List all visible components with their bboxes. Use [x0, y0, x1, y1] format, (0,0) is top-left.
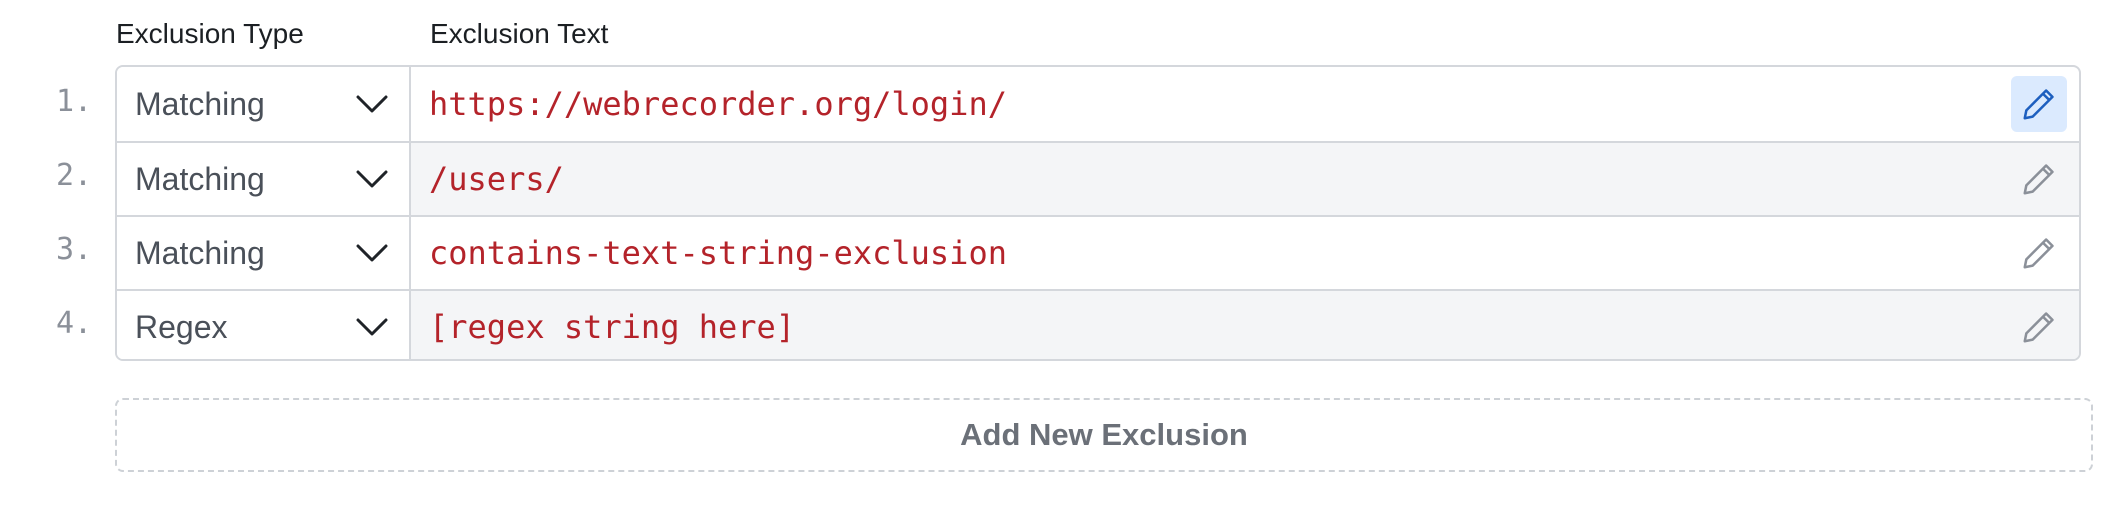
exclusion-table: Matching https://webrecorder.org/login/ …: [115, 65, 2081, 361]
exclusion-type-select[interactable]: Matching: [117, 143, 411, 215]
edit-button[interactable]: [2011, 76, 2067, 132]
table-row: Matching /users/: [117, 141, 2079, 215]
exclusion-type-select[interactable]: Regex: [117, 291, 411, 359]
exclusion-type-value: Regex: [135, 308, 228, 345]
exclusion-text-value: contains-text-string-exclusion: [429, 234, 1007, 272]
pencil-icon: [2023, 164, 2054, 195]
pencil-icon: [2023, 312, 2054, 343]
column-headers: Exclusion Type Exclusion Text: [0, 18, 2128, 58]
exclusion-text-header: Exclusion Text: [430, 18, 609, 49]
row-number: 3.: [56, 232, 93, 267]
table-row: Matching https://webrecorder.org/login/: [117, 67, 2079, 141]
exclusion-type-select[interactable]: Matching: [117, 67, 411, 141]
pencil-icon: [2023, 238, 2054, 269]
table-row: Regex [regex string here]: [117, 289, 2079, 359]
add-new-exclusion-label: Add New Exclusion: [960, 417, 1248, 452]
exclusion-text-cell[interactable]: contains-text-string-exclusion: [411, 217, 2079, 289]
edit-button[interactable]: [2011, 151, 2067, 207]
chevron-down-icon: [356, 318, 388, 336]
exclusion-type-value: Matching: [135, 85, 265, 122]
exclusion-text-value: https://webrecorder.org/login/: [429, 85, 1007, 123]
edit-button[interactable]: [2011, 299, 2067, 355]
exclusion-text-cell[interactable]: [regex string here]: [411, 291, 2079, 359]
row-number: 1.: [56, 84, 93, 119]
exclusion-type-header: Exclusion Type: [116, 18, 304, 49]
row-number: 4.: [56, 306, 93, 341]
add-new-exclusion-button[interactable]: Add New Exclusion: [115, 398, 2093, 472]
chevron-down-icon: [356, 95, 388, 113]
chevron-down-icon: [356, 170, 388, 188]
exclusion-type-value: Matching: [135, 234, 265, 271]
row-number: 2.: [56, 158, 93, 193]
exclusion-text-value: /users/: [429, 160, 564, 198]
pencil-icon: [2023, 89, 2054, 120]
exclusion-type-value: Matching: [135, 160, 265, 197]
exclusion-type-select[interactable]: Matching: [117, 217, 411, 289]
chevron-down-icon: [356, 244, 388, 262]
table-row: Matching contains-text-string-exclusion: [117, 215, 2079, 289]
exclusion-text-cell[interactable]: https://webrecorder.org/login/: [411, 67, 2079, 141]
exclusion-text-value: [regex string here]: [429, 308, 796, 346]
edit-button[interactable]: [2011, 225, 2067, 281]
exclusion-text-cell[interactable]: /users/: [411, 143, 2079, 215]
